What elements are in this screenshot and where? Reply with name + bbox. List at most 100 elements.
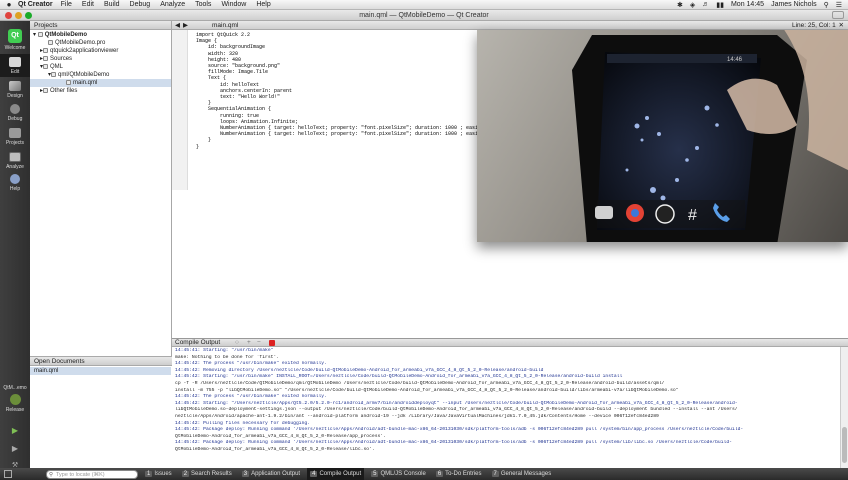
tree-item-viewer[interactable]: ▸ qtquick2applicationviewer [40, 47, 118, 55]
file-icon [48, 40, 53, 45]
fullscreen-icon[interactable] [832, 11, 844, 19]
compile-output-text[interactable]: 14:45:41: Starting: "/usr/bin/make" make:… [172, 347, 840, 468]
dialer-icon: # [688, 207, 697, 224]
apple-menu-icon[interactable]: ● [0, 0, 18, 9]
tab-application-output[interactable]: 3 Application Output [239, 468, 303, 480]
folder-icon [43, 88, 49, 93]
locator-placeholder: Type to locate (⌘K) [56, 471, 105, 478]
code-line[interactable]: NumberAnimation { target: helloText; pro… [196, 131, 514, 137]
kit-config-label: Release [5, 407, 25, 413]
app-menu[interactable]: Qt Creator [18, 1, 53, 8]
menu-debug[interactable]: Debug [130, 1, 151, 8]
wifi-icon[interactable]: ◈ [690, 1, 695, 9]
debug-run-button[interactable]: ▶ [0, 444, 30, 453]
close-editor-icon[interactable]: ✕ [839, 21, 844, 30]
mode-design[interactable]: Design [0, 81, 30, 99]
mode-label: Projects [5, 140, 25, 146]
scrollbar-thumb[interactable] [842, 427, 847, 463]
output-line: 14:45:41: Starting: "/usr/bin/make" [175, 348, 274, 353]
open-document-item[interactable]: main.qml [30, 367, 171, 375]
mode-help[interactable]: Help [0, 174, 30, 192]
bluetooth-icon[interactable]: ✱ [677, 1, 683, 9]
zoom-window-button[interactable] [25, 12, 32, 19]
forward-arrow-icon[interactable]: ▶ [183, 21, 188, 30]
qml-file-icon [66, 80, 71, 85]
tree-item-pro-file[interactable]: QtMobileDemo.pro [48, 39, 105, 47]
folder-icon [51, 72, 57, 77]
edit-icon [9, 57, 21, 67]
mode-projects[interactable]: Projects [0, 128, 30, 146]
tree-item-project[interactable]: ▾ QtMobileDemo [33, 31, 87, 39]
run-button[interactable]: ▶ [0, 426, 30, 435]
tree-item-qml-folder[interactable]: ▾ qml/QtMobileDemo [48, 71, 109, 79]
editor-file-tab[interactable]: main.qml [212, 21, 238, 30]
menu-build[interactable]: Build [104, 1, 120, 8]
window-titlebar: main.qml — QtMobileDemo — Qt Creator [0, 10, 848, 21]
back-arrow-icon[interactable]: ◀ [175, 21, 180, 30]
menu-window[interactable]: Window [221, 1, 246, 8]
tab-todo-entries[interactable]: 6 To-Do Entries [433, 468, 485, 480]
output-line: install -m 755 -p "libQtMobileDemo.so" "… [175, 387, 679, 393]
toggle-sidebar-icon[interactable] [4, 470, 12, 478]
tab-compile-output[interactable]: 4 Compile Output [307, 468, 365, 480]
zoom-out-icon[interactable]: − [257, 339, 261, 347]
mode-welcome[interactable]: Qt Welcome [0, 29, 30, 51]
folder-icon [43, 56, 49, 61]
menu-tools[interactable]: Tools [195, 1, 211, 8]
volume-icon[interactable]: ♬ [702, 1, 709, 8]
mode-label: Debug [7, 116, 23, 122]
tree-item-other-files[interactable]: ▸ Other files [40, 87, 77, 95]
projects-icon [9, 128, 21, 138]
close-window-button[interactable] [5, 12, 12, 19]
menu-edit[interactable]: Edit [82, 1, 94, 8]
mode-label: Help [9, 186, 21, 192]
menu-analyze[interactable]: Analyze [160, 1, 185, 8]
output-line: 14:45:42: Package deploy: Running comman… [175, 440, 732, 446]
battery-icon[interactable]: ▮▮ [716, 1, 724, 9]
stop-icon[interactable] [269, 340, 275, 346]
clock[interactable]: Mon 14:45 [731, 1, 764, 8]
tab-search-results[interactable]: 2 Search Results [179, 468, 235, 480]
camera-icon [595, 206, 613, 219]
menu-bar: ● Qt Creator File Edit Build Debug Analy… [0, 0, 848, 10]
open-documents-header: Open Documents [30, 357, 172, 366]
zoom-in-icon[interactable]: + [247, 339, 251, 347]
tree-item-sources[interactable]: ▸ Sources [40, 55, 72, 63]
minimize-window-button[interactable] [15, 12, 22, 19]
menu-file[interactable]: File [61, 1, 72, 8]
phone-video-image: 14:46 # [572, 30, 848, 242]
menu-help[interactable]: Help [256, 1, 270, 8]
locator-input[interactable]: ⚲ Type to locate (⌘K) [46, 469, 138, 479]
user-name[interactable]: James Nichols [771, 1, 817, 8]
mode-edit[interactable]: Edit [0, 54, 30, 77]
tree-item-qml[interactable]: ▾ QML [40, 63, 63, 71]
output-scrollbar[interactable] [840, 347, 848, 468]
mode-label: Analyze [6, 164, 24, 170]
search-icon[interactable]: ⚲ [824, 1, 829, 9]
mode-debug[interactable]: Debug [0, 104, 30, 122]
tab-qml-js-console[interactable]: 5 QML/JS Console [368, 468, 429, 480]
android-device-icon [9, 394, 21, 405]
output-line: cp -f -R /Users/neztlcle/Code/QtMobileDe… [175, 380, 665, 386]
mode-analyze[interactable]: Analyze [0, 152, 30, 170]
kit-project-label: QtM...emo [3, 385, 27, 391]
tree-item-main-qml[interactable]: main.qml [30, 79, 171, 87]
code-line[interactable]: } [196, 144, 514, 150]
window-title: main.qml — QtMobileDemo — Qt Creator [359, 12, 489, 19]
open-documents-title: Open Documents [34, 358, 85, 365]
editor-toolbar: ◀ ▶ main.qml Line: 25, Col: 1 ✕ [172, 21, 848, 30]
mode-label: Edit [10, 69, 20, 75]
tab-general-messages[interactable]: 7 General Messages [489, 468, 555, 480]
output-line: QtMobileDemo-Android_for_armeabi_v7a_GCC… [175, 446, 375, 452]
qt-logo-icon: Qt [8, 29, 22, 43]
output-line: 14:45:42: Pulling files necessary for de… [175, 420, 311, 426]
cursor-position: Line: 25, Col: 1 [792, 22, 836, 29]
folder-icon [43, 48, 49, 53]
help-icon [10, 174, 20, 184]
kit-selector[interactable]: QtM...emo Release [0, 385, 30, 413]
clear-output-icon[interactable]: ○ [235, 339, 239, 347]
tab-issues[interactable]: 1 Issues [142, 468, 175, 480]
apps-icon [655, 204, 675, 224]
list-icon[interactable]: ☰ [836, 1, 842, 9]
code-text[interactable]: import QtQuick 2.2 Image { id: background… [196, 32, 514, 150]
